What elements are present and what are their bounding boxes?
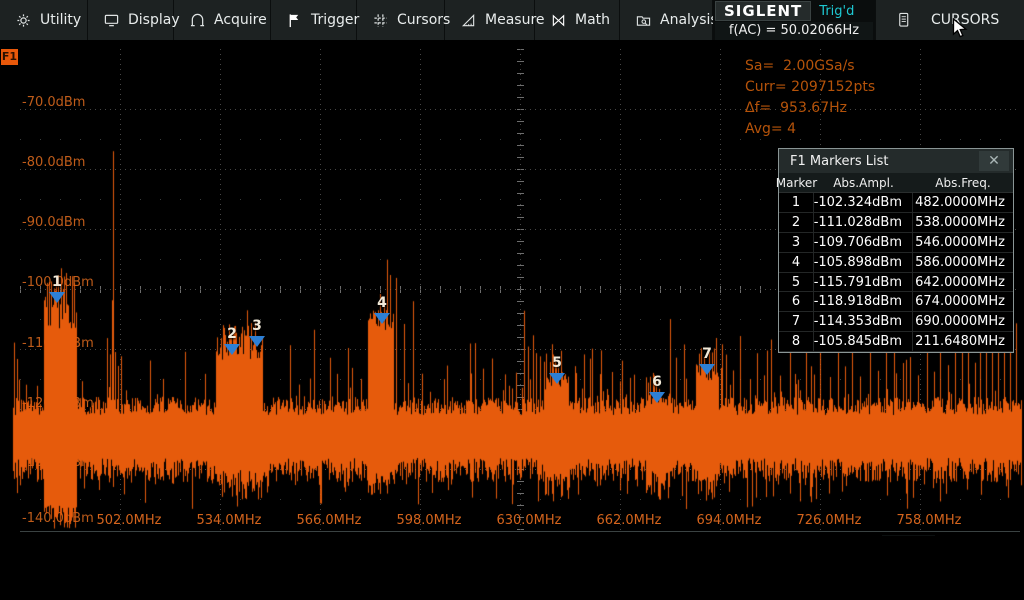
marker-abs-freq: 690.0000MHz xyxy=(913,312,1013,331)
col-header-marker: Marker xyxy=(779,173,814,192)
plot-marker-number: 1 xyxy=(47,274,67,290)
plot-marker-number: 7 xyxy=(697,346,717,362)
col-header-abs-freq: Abs.Freq. xyxy=(913,173,1013,192)
marker-abs-ampl: -105.845dBm xyxy=(814,332,913,351)
marker-abs-freq: 538.0000MHz xyxy=(913,213,1013,232)
acq-info-line: Sa= 2.00GSa/s xyxy=(745,56,875,77)
marker-table-row: 5-115.791dBm642.0000MHz xyxy=(779,273,1013,293)
marker-number: 6 xyxy=(779,292,814,311)
acq-info-line: Curr= 2097152pts xyxy=(745,77,875,98)
acquisition-info: Sa= 2.00GSa/sCurr= 2097152ptsΔf= 953.67H… xyxy=(745,56,875,140)
marker-table-row: 7-114.353dBm690.0000MHz xyxy=(779,312,1013,332)
marker-abs-freq: 211.6480MHz xyxy=(913,332,1013,351)
marker-abs-freq: 586.0000MHz xyxy=(913,253,1013,272)
marker-abs-ampl: -105.898dBm xyxy=(814,253,913,272)
marker-triangle-icon xyxy=(699,364,715,375)
marker-number: 1 xyxy=(779,193,814,212)
plot-marker-number: 6 xyxy=(647,374,667,390)
markers-list-panel: F1 Markers List ✕ Marker Abs.Ampl. Abs.F… xyxy=(778,148,1014,353)
marker-triangle-icon xyxy=(649,392,665,403)
marker-triangle-icon xyxy=(374,313,390,324)
marker-table-row: 3-109.706dBm546.0000MHz xyxy=(779,233,1013,253)
marker-abs-ampl: -109.706dBm xyxy=(814,233,913,252)
marker-triangle-icon xyxy=(224,344,240,355)
marker-table-row: 4-105.898dBm586.0000MHz xyxy=(779,253,1013,273)
marker-number: 4 xyxy=(779,253,814,272)
marker-abs-freq: 482.0000MHz xyxy=(913,193,1013,212)
plot-marker-number: 5 xyxy=(547,355,567,371)
marker-table-row: 1-102.324dBm482.0000MHz xyxy=(779,193,1013,213)
marker-abs-freq: 674.0000MHz xyxy=(913,292,1013,311)
marker-number: 3 xyxy=(779,233,814,252)
acq-info-line: Δf= 953.67Hz xyxy=(745,98,875,119)
markers-table-header: Marker Abs.Ampl. Abs.Freq. xyxy=(779,173,1013,193)
marker-triangle-icon xyxy=(49,292,65,303)
marker-abs-ampl: -115.791dBm xyxy=(814,273,913,292)
marker-number: 7 xyxy=(779,312,814,331)
marker-abs-freq: 546.0000MHz xyxy=(913,233,1013,252)
plot-marker-number: 2 xyxy=(222,326,242,342)
marker-triangle-icon xyxy=(549,373,565,384)
marker-number: 8 xyxy=(779,332,814,351)
marker-abs-ampl: -118.918dBm xyxy=(814,292,913,311)
marker-abs-ampl: -102.324dBm xyxy=(814,193,913,212)
close-icon[interactable]: ✕ xyxy=(979,151,1009,171)
marker-number: 5 xyxy=(779,273,814,292)
marker-abs-ampl: -111.028dBm xyxy=(814,213,913,232)
marker-number: 2 xyxy=(779,213,814,232)
mouse-cursor xyxy=(952,18,969,44)
bottom-status-bar xyxy=(0,536,1024,600)
plot-marker-number: 4 xyxy=(372,295,392,311)
plot-marker-number: 3 xyxy=(247,318,267,334)
marker-table-row: 2-111.028dBm538.0000MHz xyxy=(779,213,1013,233)
f1-trace-badge: F1 xyxy=(1,49,18,65)
marker-triangle-icon xyxy=(249,336,265,347)
oscilloscope-screen: UtilityDisplayAcquireTriggerCursorsMeasu… xyxy=(0,0,1024,600)
acq-info-line: Avg= 4 xyxy=(745,119,875,140)
markers-panel-titlebar[interactable]: F1 Markers List ✕ xyxy=(779,149,1013,173)
marker-abs-freq: 642.0000MHz xyxy=(913,273,1013,292)
marker-table-row: 6-118.918dBm674.0000MHz xyxy=(779,292,1013,312)
markers-panel-title: F1 Markers List xyxy=(790,154,888,169)
marker-abs-ampl: -114.353dBm xyxy=(814,312,913,331)
col-header-abs-ampl: Abs.Ampl. xyxy=(814,173,913,192)
marker-table-row: 8-105.845dBm211.6480MHz xyxy=(779,332,1013,352)
